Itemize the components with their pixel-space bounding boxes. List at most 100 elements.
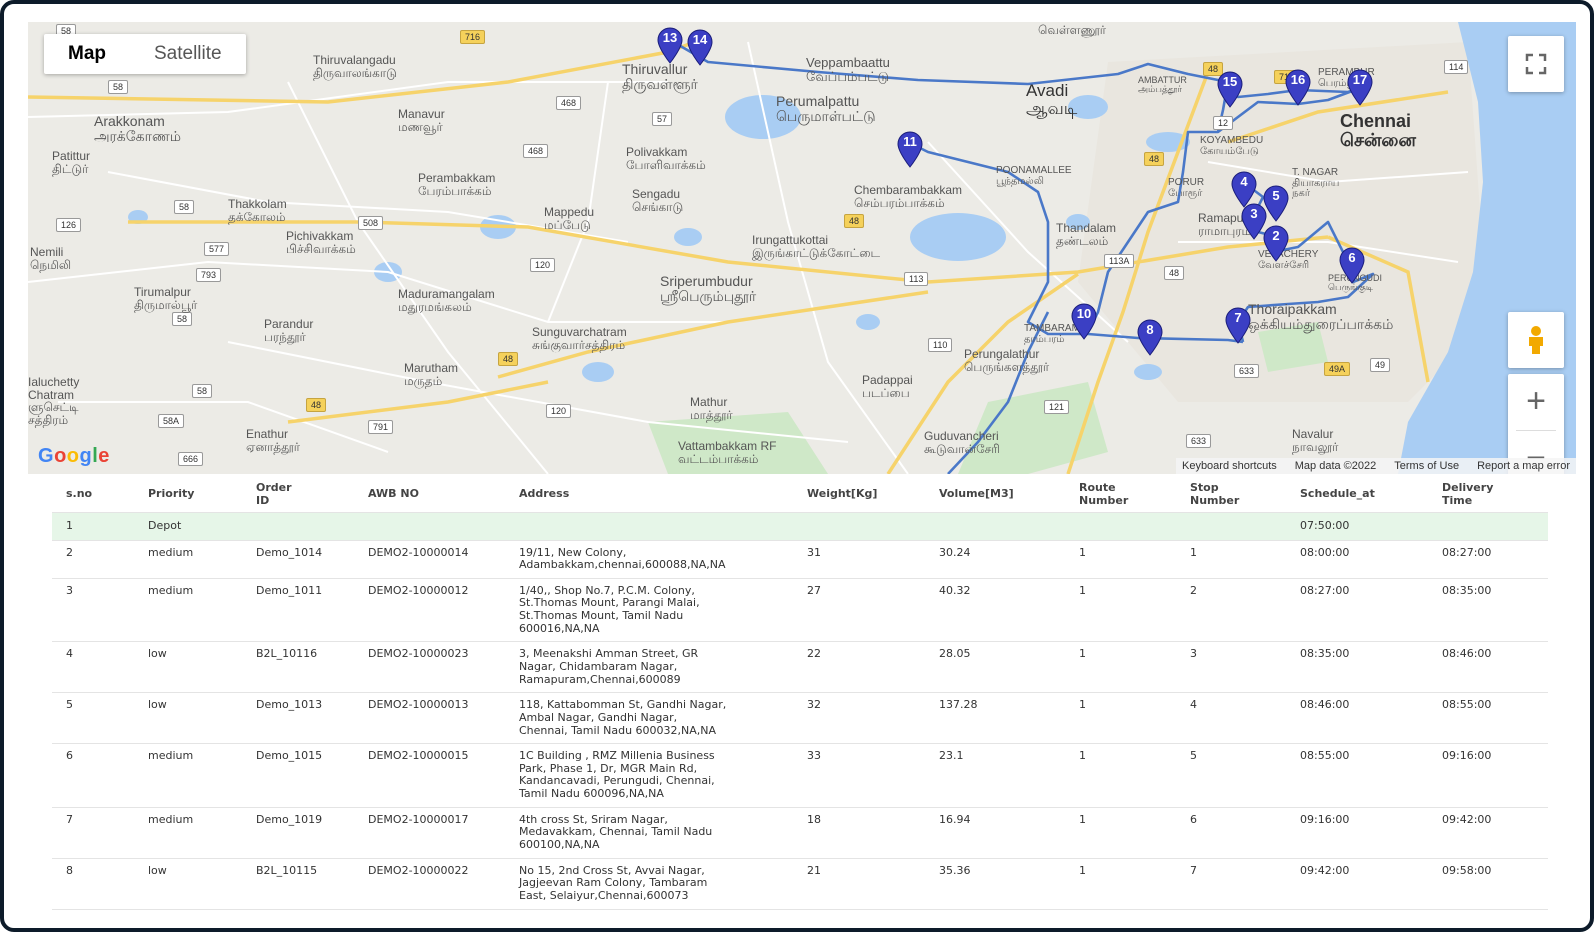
place-label: Polivakkam போளிவாக்கம் (626, 145, 706, 172)
col-header-stop-number[interactable]: Stop Number (1176, 474, 1286, 513)
cell-schedule: 08:27:00 (1286, 578, 1428, 643)
col-header-schedule-at[interactable]: Schedule_at (1286, 474, 1428, 513)
cell-sno: 2 (52, 540, 134, 579)
map-data-text: Map data ©2022 (1294, 460, 1377, 472)
place-label: POONAMALLEE பூந்தமல்லி (996, 165, 1072, 187)
route-stop-marker[interactable]: 10 (1070, 302, 1098, 340)
col-header-volume[interactable]: Volume[M3] (925, 474, 1065, 513)
street-view-button[interactable] (1508, 312, 1564, 368)
cell-volume: 30.24 (925, 540, 1065, 579)
col-header-weight[interactable]: Weight[Kg] (793, 474, 925, 513)
keyboard-shortcuts-link[interactable]: Keyboard shortcuts (1182, 458, 1277, 474)
fullscreen-button[interactable] (1508, 36, 1564, 92)
route-stop-marker[interactable]: 2 (1262, 224, 1290, 262)
col-header-route-number[interactable]: Route Number (1065, 474, 1176, 513)
address-line: 600016,NA,NA (519, 621, 600, 635)
route-stop-marker[interactable]: 8 (1136, 318, 1164, 356)
col-header-sno[interactable]: s.no (52, 474, 134, 513)
road-shield: 48 (498, 352, 519, 366)
place-label: Thiruvallur திருவள்ளூர் (622, 61, 698, 92)
place-label: Thiruvalangadu திருவாலங்காடு (313, 53, 397, 80)
route-stop-marker[interactable]: 6 (1338, 246, 1366, 284)
road-shield: 126 (56, 218, 82, 232)
col-header-order-id[interactable]: Order ID (242, 474, 354, 513)
cell-priority: low (134, 692, 242, 745)
address-line: East, Selaiyur,Chennai,600073 (519, 888, 689, 902)
route-stop-marker[interactable]: 16 (1284, 68, 1312, 106)
route-stop-marker[interactable]: 17 (1346, 68, 1374, 106)
cell-empty (793, 512, 925, 541)
table-row[interactable]: 2 medium Demo_1014 DEMO2-10000014 19/11, New… (52, 540, 1548, 579)
cell-empty (242, 512, 354, 541)
col-header-delivery-time[interactable]: Delivery Time (1428, 474, 1548, 513)
cell-empty (1065, 512, 1176, 541)
route-stop-marker[interactable]: 13 (656, 26, 684, 64)
cell-stop-number: 7 (1176, 858, 1286, 910)
place-label: Sriperumbudur ஸ்ரீபெரும்புதூர் (660, 273, 757, 304)
col-header-awb[interactable]: AWB NO (354, 474, 505, 513)
place-label: Ialuchetty Chatram ளுசெட்டி சத்திரம் (28, 375, 80, 427)
cell-route-number: 1 (1065, 807, 1176, 859)
place-label: Manavur மணவூர் (398, 107, 445, 134)
route-map[interactable]: 58 716 58 468 57 468 58 126 577 793 58 1… (28, 22, 1576, 474)
cell-address: 4th cross St, Sriram Nagar, Medavakkam, C… (505, 807, 793, 859)
address-line: Tamil Nadu 600096,NA,NA (519, 787, 664, 801)
cell-route-number: 1 (1065, 578, 1176, 643)
road-shield: 716 (460, 30, 486, 44)
table-row[interactable]: 3 medium Demo_1011 DEMO2-10000012 1/40,, Sho… (52, 578, 1548, 643)
cell-awb: DEMO2-10000023 (354, 641, 505, 694)
cell-awb: DEMO2-10000013 (354, 692, 505, 745)
cell-sno: 7 (52, 807, 134, 859)
cell-delivery: 08:55:00 (1428, 692, 1548, 745)
cell-address: 19/11, New Colony, Adambakkam,chennai,600… (505, 540, 793, 579)
cell-stop-number: 1 (1176, 540, 1286, 579)
cell-sno: 1 (52, 512, 134, 541)
depot-row[interactable]: 1 Depot 07:50:00 (52, 512, 1548, 541)
cell-stop-number: 4 (1176, 692, 1286, 745)
cell-awb: DEMO2-10000017 (354, 807, 505, 859)
route-stop-marker[interactable]: 7 (1224, 306, 1252, 344)
cell-schedule: 09:42:00 (1286, 858, 1428, 910)
table-row[interactable]: 5 low Demo_1013 DEMO2-10000013 118, Kattabom… (52, 692, 1548, 745)
cell-delivery: 08:46:00 (1428, 641, 1548, 694)
app-frame: 58 716 58 468 57 468 58 126 577 793 58 1… (0, 0, 1594, 932)
cell-priority: low (134, 858, 242, 910)
cell-route-number: 1 (1065, 743, 1176, 808)
cell-order-id: Demo_1013 (242, 692, 354, 745)
route-stop-marker[interactable]: 15 (1216, 70, 1244, 108)
cell-schedule: 08:46:00 (1286, 692, 1428, 745)
cell-delivery: 09:58:00 (1428, 858, 1548, 910)
col-header-order-id-line: Order (256, 480, 292, 494)
table-row[interactable]: 7 medium Demo_1019 DEMO2-10000017 4th cross … (52, 807, 1548, 859)
map-type-satellite-button[interactable]: Satellite (130, 34, 246, 74)
place-label: Chennai சென்னை (1340, 111, 1416, 150)
road-shield: 48 (844, 214, 865, 228)
col-header-address[interactable]: Address (505, 474, 793, 513)
cell-awb: DEMO2-10000014 (354, 540, 505, 579)
cell-empty (354, 512, 505, 541)
zoom-in-button[interactable]: + (1508, 374, 1564, 430)
map-type-map-button[interactable]: Map (44, 34, 130, 74)
road-shield: 48 (1144, 152, 1165, 166)
cell-address: 118, Kattabomman St, Gandhi Nagar, Ambal … (505, 692, 793, 745)
route-stop-marker[interactable]: 11 (896, 130, 924, 168)
road-shield: 58 (172, 312, 193, 326)
route-stop-marker[interactable]: 14 (686, 28, 714, 66)
cell-address: No 15, 2nd Cross St, Avvai Nagar, Jagjeev… (505, 858, 793, 910)
cell-route-number: 1 (1065, 692, 1176, 745)
terms-of-use-link[interactable]: Terms of Use (1394, 458, 1459, 474)
report-map-error-link[interactable]: Report a map error (1477, 458, 1570, 474)
cell-schedule: 08:00:00 (1286, 540, 1428, 579)
cell-delivery: 09:16:00 (1428, 743, 1548, 808)
table-row[interactable]: 8 low B2L_10115 DEMO2-10000022 No 15, 2nd Cr… (52, 858, 1548, 910)
col-header-delivery-line: Time (1442, 493, 1473, 507)
cell-schedule: 08:35:00 (1286, 641, 1428, 694)
col-header-priority[interactable]: Priority (134, 474, 242, 513)
table-row[interactable]: 6 medium Demo_1015 DEMO2-10000015 1C Buildin… (52, 743, 1548, 808)
table-row[interactable]: 4 low B2L_10116 DEMO2-10000023 3, Meenakshi … (52, 641, 1548, 694)
cell-order-id: Demo_1015 (242, 743, 354, 808)
cell-order-id: Demo_1011 (242, 578, 354, 643)
cell-weight: 18 (793, 807, 925, 859)
cell-priority: low (134, 641, 242, 694)
col-header-stop-line: Number (1190, 493, 1240, 507)
